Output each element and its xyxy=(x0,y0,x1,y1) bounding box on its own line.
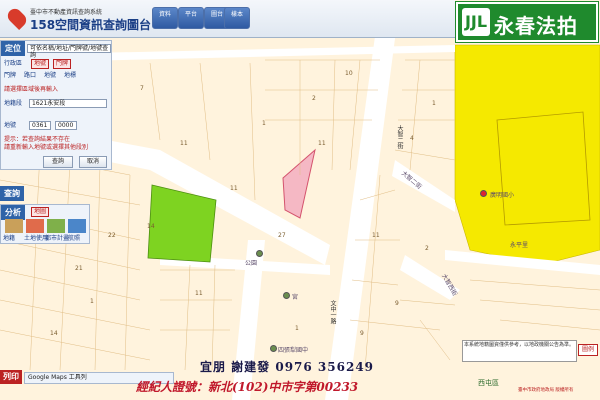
land-use-icon[interactable] xyxy=(26,219,44,233)
agent-license: 經紀人證號：新北(102)中市字第00233 xyxy=(136,380,359,394)
lot-label: 9 xyxy=(395,300,399,307)
landmark-label: 廣明國小 xyxy=(490,192,515,199)
poi-marker[interactable] xyxy=(283,292,290,299)
landmark-label: 永平里 xyxy=(510,242,529,249)
lot-label: 1 xyxy=(295,325,299,332)
top-button[interactable]: 平台 xyxy=(178,7,204,29)
hint-field[interactable]: 可依名稱/地址/門牌號/地號查詢 xyxy=(27,44,111,59)
tab-crossing[interactable]: 路口 xyxy=(24,71,36,80)
query-tag[interactable]: 查詢 xyxy=(0,186,24,201)
section-select[interactable]: 1621永安段 xyxy=(29,99,107,108)
tab-lot[interactable]: 地號 xyxy=(31,59,50,69)
lot-label: 22 xyxy=(108,232,116,239)
section-label: 地籍段 xyxy=(4,100,23,107)
lot-sub-input[interactable]: 0000 xyxy=(55,121,77,130)
brand-name: 永春法拍 xyxy=(494,14,578,38)
locate-tag[interactable]: 定位 xyxy=(1,41,25,56)
tab-door[interactable]: 門牌 xyxy=(4,71,16,80)
lot-label: 2 xyxy=(425,245,429,252)
warn-text: 請選擇區域後再輸入 xyxy=(4,86,59,93)
note-line-2: 請重新輸入地號或選擇其他段別 xyxy=(4,144,89,151)
landmark-label: 四張犁國中 xyxy=(278,347,309,354)
locate-panel: 定位 可依名稱/地址/門牌號/地號查詢 行政區 地號 門牌 門牌 路口 地號 地… xyxy=(0,40,112,170)
lot-label: 21 xyxy=(75,265,83,272)
lot-label: 4 xyxy=(410,135,414,142)
analysis-panel: 分析 地圖 地籍 土地使用 都市計畫 航照 xyxy=(0,204,90,244)
lot-label: 10 xyxy=(345,70,353,77)
print-tag[interactable]: 列印 xyxy=(0,370,22,384)
urban-plan-icon[interactable] xyxy=(47,219,65,233)
agent-contact: 宜朋 謝建發 0976 356249 xyxy=(200,360,375,374)
poi-marker[interactable] xyxy=(256,250,263,257)
top-button[interactable]: 資料 xyxy=(152,7,178,29)
submit-button[interactable]: 查詢 xyxy=(43,156,73,168)
lot-label: 27 xyxy=(278,232,286,239)
district-label: 西屯區 xyxy=(478,379,499,387)
analysis-tag[interactable]: 分析 xyxy=(1,205,25,220)
footer-text: 臺中市政府地政局 版權所有 xyxy=(518,388,574,393)
lot-main-input[interactable]: 0361 xyxy=(29,121,51,130)
legend-button[interactable]: 圖例 xyxy=(578,344,598,356)
landmark-label: 宮 xyxy=(292,294,299,301)
clear-button[interactable]: 取消 xyxy=(79,156,107,168)
tab-address[interactable]: 門牌 xyxy=(53,59,72,69)
road-label: 文中一路 xyxy=(329,300,336,324)
lot-label: 11 xyxy=(230,185,238,192)
brand-banner: JJL 永春法拍 xyxy=(456,2,598,42)
top-button[interactable]: 樣本 xyxy=(224,7,250,29)
tab-landmark[interactable]: 地標 xyxy=(64,71,76,80)
lot-label: 11 xyxy=(372,232,380,239)
brand-logo-icon: JJL xyxy=(462,8,490,36)
landmark-label: 公園 xyxy=(245,260,258,267)
lot-label: 11 xyxy=(195,290,203,297)
lot-label-text: 地號 xyxy=(4,122,17,129)
poi-marker[interactable] xyxy=(270,345,277,352)
analysis-item: 都市計畫 xyxy=(45,235,70,242)
lot-label: 9 xyxy=(360,330,364,337)
lot-label: 11 xyxy=(318,140,326,147)
analysis-item: 航照 xyxy=(68,235,81,242)
legend-box: 本系統地籍圖資僅供參考，以地政機關公告為準。 xyxy=(462,340,577,362)
lot-label: 1 xyxy=(432,100,436,107)
poi-marker[interactable] xyxy=(480,190,487,197)
lot-label: 1 xyxy=(90,298,94,305)
lot-label: 1 xyxy=(262,120,266,127)
aerial-icon[interactable] xyxy=(68,219,86,233)
system-title: 158空間資訊查詢圖台 xyxy=(30,18,152,32)
lot-label: 2 xyxy=(312,95,316,102)
mode-label: 行政區 xyxy=(4,60,23,67)
top-header: 臺中市不動產資訊查詢系統 158空間資訊查詢圖台 資料 平台 圖台 樣本 xyxy=(0,0,455,38)
analysis-item: 地籍 xyxy=(3,235,16,242)
system-subtitle: 臺中市不動產資訊查詢系統 xyxy=(30,9,103,16)
map-mark-button[interactable]: 地圖 xyxy=(31,207,50,217)
map-pin-icon xyxy=(4,5,30,31)
lot-label: 14 xyxy=(147,223,155,230)
lot-label: 7 xyxy=(140,85,144,92)
lot-label: 11 xyxy=(180,140,188,147)
tab-parcel[interactable]: 地號 xyxy=(44,71,56,80)
lot-label: 14 xyxy=(50,330,58,337)
road-label: 大智二街 xyxy=(396,125,403,149)
cadastral-icon[interactable] xyxy=(5,219,23,233)
